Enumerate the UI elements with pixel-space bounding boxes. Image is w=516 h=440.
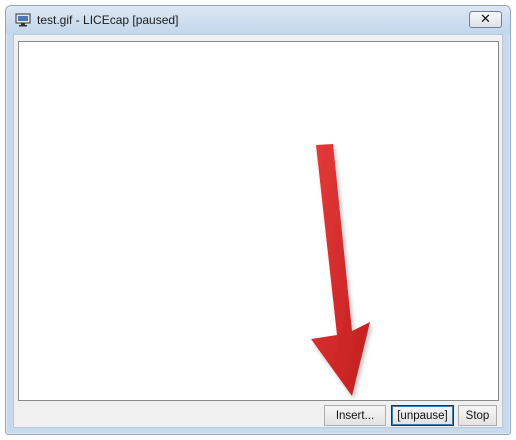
window-client-area: Insert... [unpause] Stop bbox=[13, 34, 503, 428]
close-icon: ✕ bbox=[480, 12, 491, 27]
capture-frame[interactable] bbox=[18, 41, 499, 401]
insert-button[interactable]: Insert... bbox=[324, 405, 386, 426]
window-title: test.gif - LICEcap [paused] bbox=[37, 13, 179, 27]
stop-button[interactable]: Stop bbox=[458, 405, 497, 426]
monitor-icon bbox=[15, 13, 31, 27]
close-button[interactable]: ✕ bbox=[469, 11, 502, 28]
title-bar[interactable]: test.gif - LICEcap [paused] ✕ bbox=[6, 6, 510, 34]
unpause-button[interactable]: [unpause] bbox=[391, 405, 454, 426]
licecap-window: test.gif - LICEcap [paused] ✕ Insert... … bbox=[5, 5, 511, 435]
red-arrow-icon bbox=[311, 144, 370, 396]
